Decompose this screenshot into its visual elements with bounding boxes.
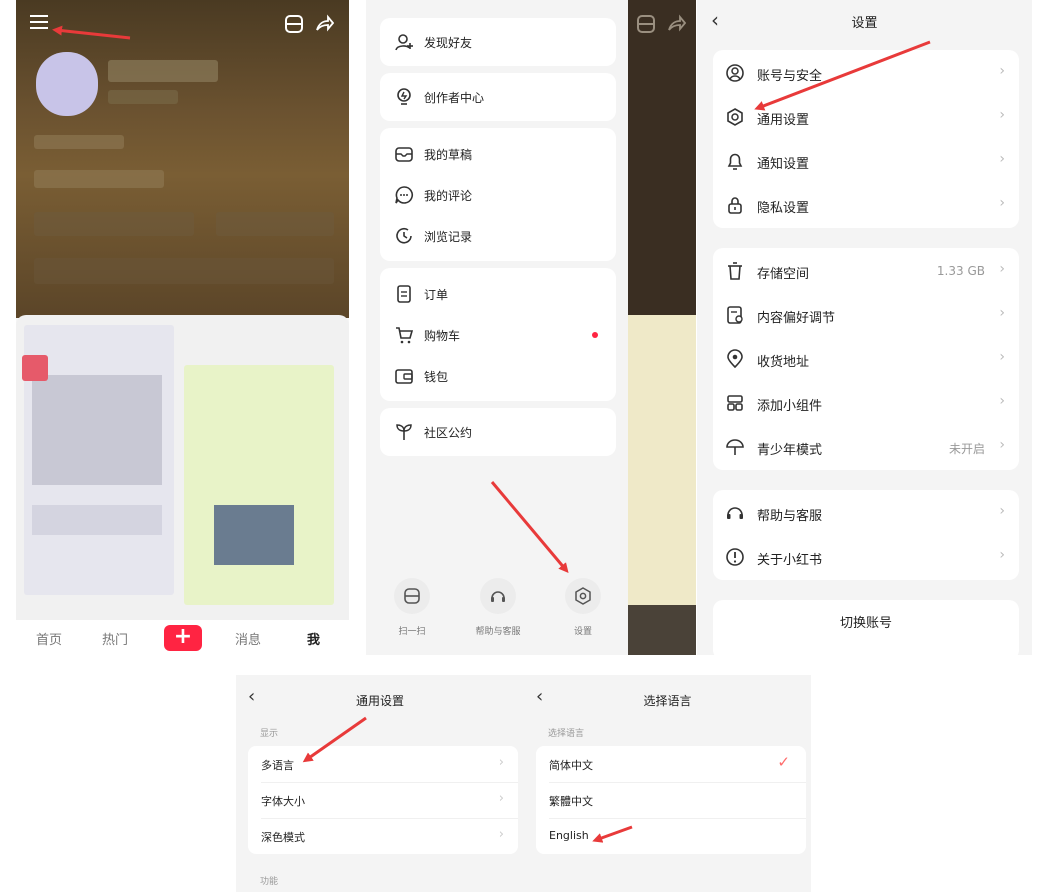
annotation-arrow [490,481,569,574]
annotation-arrow [302,716,367,763]
annotation-arrow [592,825,633,843]
annotation-arrows-layer [52,25,931,843]
annotation-arrow [754,40,931,111]
annotation-arrow [52,25,131,40]
